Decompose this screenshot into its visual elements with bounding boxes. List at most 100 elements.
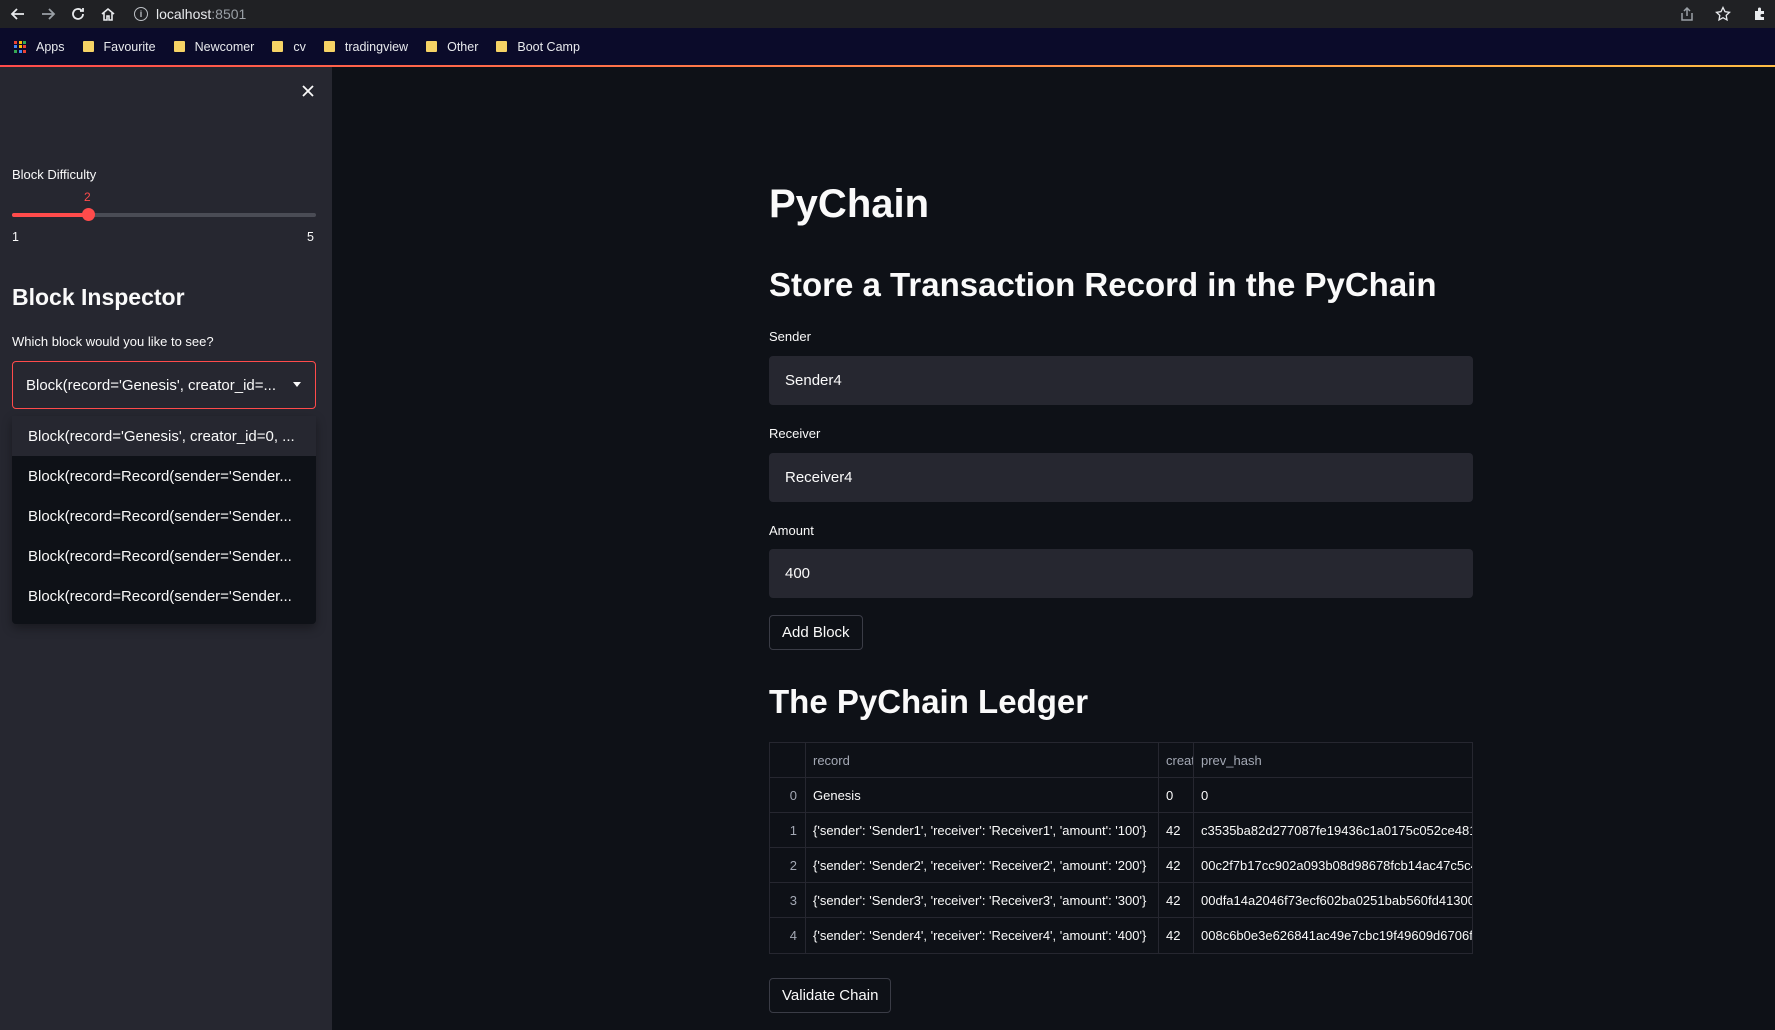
bookmark-bootcamp[interactable]: Boot Camp <box>496 40 580 54</box>
row-index: 3 <box>770 882 806 918</box>
folder-icon <box>426 41 438 52</box>
block-inspector-title: Block Inspector <box>12 284 185 310</box>
bookmark-label: cv <box>293 39 306 54</box>
info-icon[interactable]: i <box>134 7 148 21</box>
row-index: 0 <box>770 777 806 813</box>
slider-thumb[interactable] <box>82 208 95 221</box>
table-row: 1 {'sender': 'Sender1', 'receiver': 'Rec… <box>770 812 1472 848</box>
creator-cell[interactable]: 42 <box>1159 882 1194 918</box>
dropdown-option-label: Block(record=Record(sender='Sender... <box>28 507 292 525</box>
apps-grid-icon <box>14 40 26 53</box>
dropdown-option[interactable]: Block(record=Record(sender='Sender... <box>12 576 316 616</box>
reload-icon[interactable] <box>66 2 90 26</box>
dropdown-option-label: Block(record=Record(sender='Sender... <box>28 547 292 565</box>
dropdown-option[interactable]: Block(record='Genesis', creator_id=0, ..… <box>12 416 316 456</box>
share-icon[interactable] <box>1675 2 1699 26</box>
dropdown-option[interactable]: Block(record=Record(sender='Sender... <box>12 536 316 576</box>
prev-hash-cell[interactable]: 00dfa14a2046f73ecf602ba0251bab560fd41300 <box>1194 883 1472 918</box>
dropdown-option[interactable]: Block(record=Record(sender='Sender... <box>12 456 316 496</box>
folder-icon <box>272 41 284 52</box>
record-cell[interactable]: {'sender': 'Sender3', 'receiver': 'Recei… <box>806 882 1159 918</box>
bookmark-tradingview[interactable]: tradingview <box>323 39 409 54</box>
bookmark-label: Apps <box>36 39 65 54</box>
record-cell[interactable]: {'sender': 'Sender4', 'receiver': 'Recei… <box>806 918 1159 953</box>
table-row: 0 Genesis 0 0 <box>770 777 1472 813</box>
url-host: localhost <box>156 6 212 22</box>
difficulty-slider[interactable] <box>12 208 316 221</box>
table-row: 3 {'sender': 'Sender3', 'receiver': 'Rec… <box>770 882 1472 918</box>
dropdown-option-label: Block(record=Record(sender='Sender... <box>28 587 292 605</box>
table-row: 4 {'sender': 'Sender4', 'receiver': 'Rec… <box>770 918 1472 953</box>
bookmark-label: Boot Camp <box>517 39 580 54</box>
difficulty-label: Block Difficulty <box>12 167 97 182</box>
bookmark-apps[interactable]: Apps <box>14 40 65 54</box>
table-row: 2 {'sender': 'Sender2', 'receiver': 'Rec… <box>770 847 1472 883</box>
column-header-record[interactable]: record <box>806 742 1159 778</box>
folder-icon <box>82 41 94 52</box>
record-cell[interactable]: {'sender': 'Sender1', 'receiver': 'Recei… <box>806 812 1159 848</box>
difficulty-value: 2 <box>84 190 91 204</box>
block-select[interactable]: Block(record='Genesis', creator_id=... <box>12 361 316 409</box>
extensions-icon[interactable] <box>1747 2 1771 26</box>
column-header-creator[interactable]: creat <box>1159 742 1194 778</box>
sender-input[interactable] <box>769 356 1473 405</box>
folder-icon <box>173 41 185 52</box>
column-header-index <box>770 742 806 778</box>
page-title: PyChain <box>769 182 930 226</box>
row-index: 2 <box>770 847 806 883</box>
which-block-label: Which block would you like to see? <box>12 334 214 349</box>
dropdown-option[interactable]: Block(record=Record(sender='Sender... <box>12 496 316 536</box>
receiver-input[interactable] <box>769 453 1473 502</box>
creator-cell[interactable]: 42 <box>1159 812 1194 848</box>
creator-cell[interactable]: 0 <box>1159 777 1194 813</box>
slider-fill <box>12 213 88 217</box>
creator-cell[interactable]: 42 <box>1159 918 1194 953</box>
home-icon[interactable] <box>96 2 120 26</box>
bookmark-label: tradingview <box>344 39 409 54</box>
bookmarks-bar: Apps Favourite Newcomer cv tradingview O… <box>0 28 1775 65</box>
folder-icon <box>323 41 335 52</box>
record-cell[interactable]: Genesis <box>806 777 1159 813</box>
bookmark-cv[interactable]: cv <box>272 40 306 54</box>
add-block-button[interactable]: Add Block <box>769 615 863 650</box>
star-icon[interactable] <box>1711 2 1735 26</box>
chevron-down-icon <box>293 382 301 387</box>
browser-toolbar: i localhost:8501 <box>0 0 1775 28</box>
amount-label: Amount <box>769 523 814 538</box>
ledger-title: The PyChain Ledger <box>769 683 1089 720</box>
ledger-table[interactable]: record creat prev_hash 0 Genesis 0 0 1 {… <box>769 742 1473 954</box>
bookmark-favourite[interactable]: Favourite <box>82 39 156 54</box>
back-arrow-icon[interactable] <box>6 2 30 26</box>
bookmark-newcomer[interactable]: Newcomer <box>173 39 255 54</box>
receiver-label: Receiver <box>769 426 821 441</box>
sender-label: Sender <box>769 329 811 344</box>
prev-hash-cell[interactable]: c3535ba82d277087fe19436c1a0175c052ce4818 <box>1194 813 1472 848</box>
prev-hash-cell[interactable]: 0 <box>1194 778 1472 813</box>
dropdown-option-label: Block(record=Record(sender='Sender... <box>28 467 292 485</box>
bookmark-label: Other <box>447 39 479 54</box>
prev-hash-cell[interactable]: 00c2f7b17cc902a093b08d98678fcb14ac47c5c4 <box>1194 848 1472 883</box>
main-content: PyChain Store a Transaction Record in th… <box>332 67 1775 1030</box>
validate-chain-button[interactable]: Validate Chain <box>769 978 892 1013</box>
table-header-row: record creat prev_hash <box>770 742 1472 778</box>
forward-arrow-icon[interactable] <box>36 2 60 26</box>
folder-icon <box>496 41 508 52</box>
url-port: :8501 <box>211 6 247 22</box>
prev-hash-cell[interactable]: 008c6b0e3e626841ac49e7cbc19f49609d6706fe <box>1194 918 1472 953</box>
row-index: 4 <box>770 918 806 953</box>
dropdown-option-label: Block(record='Genesis', creator_id=0, ..… <box>28 427 295 445</box>
block-select-value: Block(record='Genesis', creator_id=... <box>26 376 277 394</box>
column-header-prev-hash[interactable]: prev_hash <box>1194 743 1472 778</box>
row-index: 1 <box>770 812 806 848</box>
close-sidebar-icon[interactable] <box>298 81 318 101</box>
bookmark-label: Newcomer <box>194 39 255 54</box>
amount-input[interactable] <box>769 549 1473 598</box>
slider-max-label: 5 <box>307 230 314 244</box>
creator-cell[interactable]: 42 <box>1159 847 1194 883</box>
block-dropdown-menu: Block(record='Genesis', creator_id=0, ..… <box>12 416 316 624</box>
bookmark-other[interactable]: Other <box>426 40 478 54</box>
address-bar[interactable]: i localhost:8501 <box>134 3 246 25</box>
record-cell[interactable]: {'sender': 'Sender2', 'receiver': 'Recei… <box>806 847 1159 883</box>
bookmark-label: Favourite <box>103 39 156 54</box>
form-title: Store a Transaction Record in the PyChai… <box>769 266 1437 303</box>
